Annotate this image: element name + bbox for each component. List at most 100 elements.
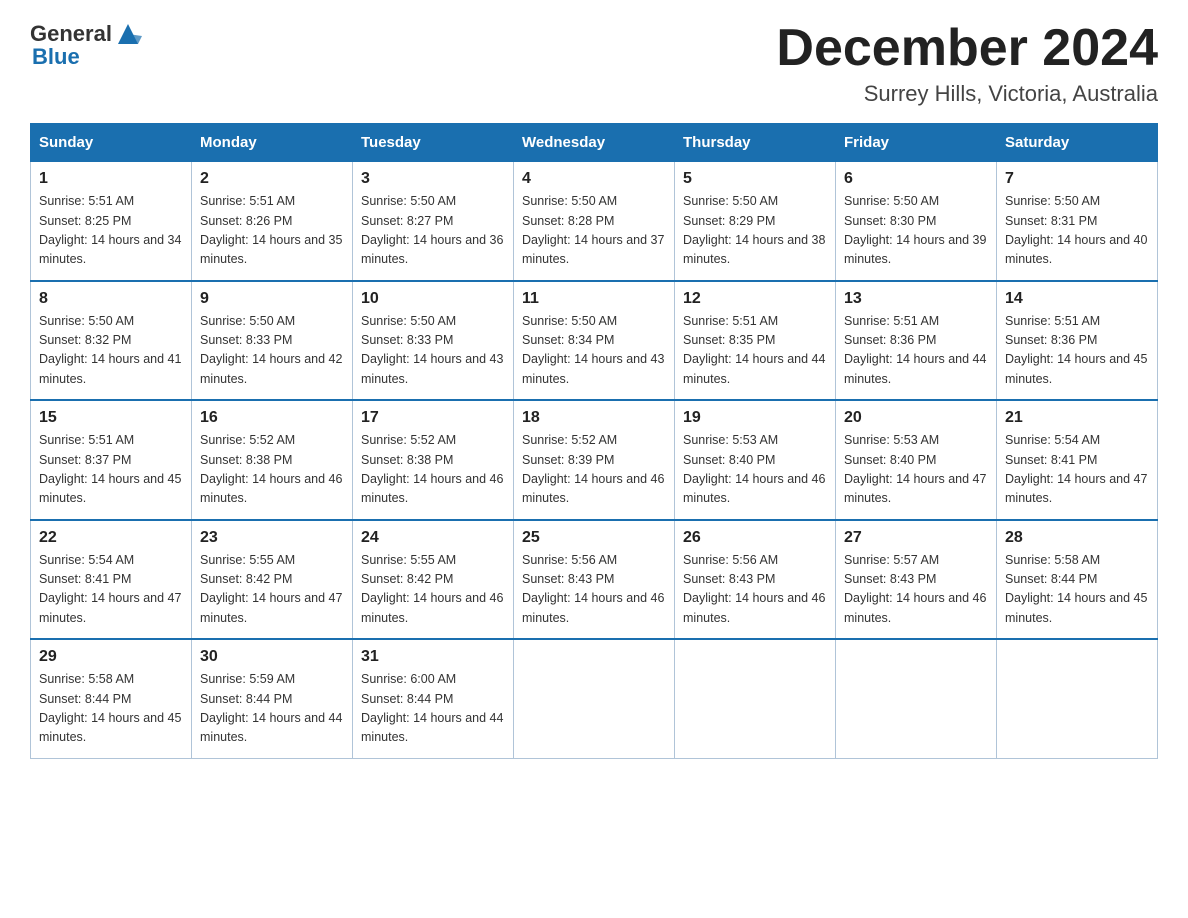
day-info: Sunrise: 5:55 AMSunset: 8:42 PMDaylight:…: [200, 551, 344, 629]
calendar-day-cell: 25Sunrise: 5:56 AMSunset: 8:43 PMDayligh…: [514, 520, 675, 640]
day-number: 24: [361, 529, 505, 547]
calendar-day-cell: 30 Sunrise: 5:59 AMSunset: 8:44 PMDayligh…: [192, 639, 353, 758]
calendar-day-cell: 27 Sunrise: 5:57 AMSunset: 8:43 PMDayligh…: [836, 520, 997, 640]
calendar-week-row: 29 Sunrise: 5:58 AMSunset: 8:44 PMDayligh…: [31, 639, 1158, 758]
day-number: 21: [1005, 409, 1149, 427]
logo-blue-text: Blue: [32, 44, 80, 70]
calendar-header-wednesday: Wednesday: [514, 124, 675, 162]
day-info: Sunrise: 5:50 AMSunset: 8:30 PMDaylight:…: [844, 192, 988, 270]
day-info: Sunrise: 5:50 AMSunset: 8:32 PMDaylight:…: [39, 312, 183, 390]
calendar-day-cell: 9Sunrise: 5:50 AMSunset: 8:33 PMDaylight…: [192, 281, 353, 401]
day-info: Sunrise: 5:57 AMSunset: 8:43 PMDaylight:…: [844, 551, 988, 629]
day-info: Sunrise: 5:50 AMSunset: 8:29 PMDaylight:…: [683, 192, 827, 270]
calendar-day-cell: 5 Sunrise: 5:50 AMSunset: 8:29 PMDaylight…: [675, 162, 836, 281]
day-number: 19: [683, 409, 827, 427]
day-number: 3: [361, 170, 505, 188]
day-info: Sunrise: 5:54 AMSunset: 8:41 PMDaylight:…: [1005, 431, 1149, 509]
day-info: Sunrise: 5:59 AMSunset: 8:44 PMDaylight:…: [200, 670, 344, 748]
calendar-day-cell: 1Sunrise: 5:51 AMSunset: 8:25 PMDaylight…: [31, 162, 192, 281]
day-number: 15: [39, 409, 183, 427]
day-info: Sunrise: 5:55 AMSunset: 8:42 PMDaylight:…: [361, 551, 505, 629]
calendar-day-cell: 16 Sunrise: 5:52 AMSunset: 8:38 PMDayligh…: [192, 400, 353, 520]
month-title: December 2024: [776, 20, 1158, 77]
calendar-day-cell: 17Sunrise: 5:52 AMSunset: 8:38 PMDayligh…: [353, 400, 514, 520]
calendar-day-cell: 12Sunrise: 5:51 AMSunset: 8:35 PMDayligh…: [675, 281, 836, 401]
calendar-day-cell: [836, 639, 997, 758]
calendar-header-thursday: Thursday: [675, 124, 836, 162]
calendar-day-cell: 24 Sunrise: 5:55 AMSunset: 8:42 PMDayligh…: [353, 520, 514, 640]
calendar-week-row: 1Sunrise: 5:51 AMSunset: 8:25 PMDaylight…: [31, 162, 1158, 281]
calendar-day-cell: 11 Sunrise: 5:50 AMSunset: 8:34 PMDayligh…: [514, 281, 675, 401]
calendar-table: SundayMondayTuesdayWednesdayThursdayFrid…: [30, 123, 1158, 759]
day-info: Sunrise: 5:50 AMSunset: 8:33 PMDaylight:…: [361, 312, 505, 390]
day-number: 16: [200, 409, 344, 427]
calendar-header-sunday: Sunday: [31, 124, 192, 162]
day-info: Sunrise: 5:52 AMSunset: 8:38 PMDaylight:…: [200, 431, 344, 509]
day-number: 1: [39, 170, 183, 188]
calendar-day-cell: 13 Sunrise: 5:51 AMSunset: 8:36 PMDayligh…: [836, 281, 997, 401]
title-block: December 2024 Surrey Hills, Victoria, Au…: [776, 20, 1158, 107]
day-number: 10: [361, 290, 505, 308]
day-info: Sunrise: 5:50 AMSunset: 8:28 PMDaylight:…: [522, 192, 666, 270]
calendar-day-cell: [514, 639, 675, 758]
location-title: Surrey Hills, Victoria, Australia: [776, 81, 1158, 107]
calendar-day-cell: 15 Sunrise: 5:51 AMSunset: 8:37 PMDayligh…: [31, 400, 192, 520]
day-info: Sunrise: 5:56 AMSunset: 8:43 PMDaylight:…: [683, 551, 827, 629]
day-number: 8: [39, 290, 183, 308]
calendar-day-cell: 2 Sunrise: 5:51 AMSunset: 8:26 PMDaylight…: [192, 162, 353, 281]
day-number: 20: [844, 409, 988, 427]
logo: General Blue: [30, 20, 142, 70]
day-number: 18: [522, 409, 666, 427]
day-info: Sunrise: 5:58 AMSunset: 8:44 PMDaylight:…: [39, 670, 183, 748]
calendar-day-cell: 6 Sunrise: 5:50 AMSunset: 8:30 PMDaylight…: [836, 162, 997, 281]
day-number: 2: [200, 170, 344, 188]
page-header: General Blue December 2024 Surrey Hills,…: [30, 20, 1158, 107]
day-info: Sunrise: 5:51 AMSunset: 8:26 PMDaylight:…: [200, 192, 344, 270]
calendar-day-cell: 26 Sunrise: 5:56 AMSunset: 8:43 PMDayligh…: [675, 520, 836, 640]
day-number: 6: [844, 170, 988, 188]
day-info: Sunrise: 5:58 AMSunset: 8:44 PMDaylight:…: [1005, 551, 1149, 629]
calendar-day-cell: 14Sunrise: 5:51 AMSunset: 8:36 PMDayligh…: [997, 281, 1158, 401]
calendar-day-cell: 28 Sunrise: 5:58 AMSunset: 8:44 PMDayligh…: [997, 520, 1158, 640]
day-number: 11: [522, 290, 666, 308]
day-info: Sunrise: 5:52 AMSunset: 8:39 PMDaylight:…: [522, 431, 666, 509]
day-number: 26: [683, 529, 827, 547]
calendar-day-cell: [675, 639, 836, 758]
day-number: 30: [200, 648, 344, 666]
day-info: Sunrise: 5:53 AMSunset: 8:40 PMDaylight:…: [844, 431, 988, 509]
calendar-day-cell: 19Sunrise: 5:53 AMSunset: 8:40 PMDayligh…: [675, 400, 836, 520]
calendar-day-cell: 7 Sunrise: 5:50 AMSunset: 8:31 PMDaylight…: [997, 162, 1158, 281]
day-number: 7: [1005, 170, 1149, 188]
calendar-day-cell: 10 Sunrise: 5:50 AMSunset: 8:33 PMDayligh…: [353, 281, 514, 401]
day-info: Sunrise: 5:50 AMSunset: 8:31 PMDaylight:…: [1005, 192, 1149, 270]
calendar-header-monday: Monday: [192, 124, 353, 162]
day-info: Sunrise: 6:00 AMSunset: 8:44 PMDaylight:…: [361, 670, 505, 748]
day-number: 31: [361, 648, 505, 666]
calendar-header-saturday: Saturday: [997, 124, 1158, 162]
calendar-day-cell: 22Sunrise: 5:54 AMSunset: 8:41 PMDayligh…: [31, 520, 192, 640]
day-number: 17: [361, 409, 505, 427]
calendar-week-row: 8 Sunrise: 5:50 AMSunset: 8:32 PMDaylight…: [31, 281, 1158, 401]
day-info: Sunrise: 5:51 AMSunset: 8:37 PMDaylight:…: [39, 431, 183, 509]
calendar-day-cell: 23 Sunrise: 5:55 AMSunset: 8:42 PMDayligh…: [192, 520, 353, 640]
day-info: Sunrise: 5:51 AMSunset: 8:36 PMDaylight:…: [844, 312, 988, 390]
day-number: 28: [1005, 529, 1149, 547]
day-number: 27: [844, 529, 988, 547]
day-number: 4: [522, 170, 666, 188]
calendar-day-cell: 3Sunrise: 5:50 AMSunset: 8:27 PMDaylight…: [353, 162, 514, 281]
day-info: Sunrise: 5:50 AMSunset: 8:34 PMDaylight:…: [522, 312, 666, 390]
calendar-day-cell: 21 Sunrise: 5:54 AMSunset: 8:41 PMDayligh…: [997, 400, 1158, 520]
day-number: 9: [200, 290, 344, 308]
calendar-day-cell: 8 Sunrise: 5:50 AMSunset: 8:32 PMDaylight…: [31, 281, 192, 401]
day-number: 29: [39, 648, 183, 666]
day-number: 13: [844, 290, 988, 308]
calendar-day-cell: [997, 639, 1158, 758]
calendar-header-friday: Friday: [836, 124, 997, 162]
calendar-day-cell: 29 Sunrise: 5:58 AMSunset: 8:44 PMDayligh…: [31, 639, 192, 758]
day-number: 5: [683, 170, 827, 188]
calendar-week-row: 22Sunrise: 5:54 AMSunset: 8:41 PMDayligh…: [31, 520, 1158, 640]
day-info: Sunrise: 5:51 AMSunset: 8:36 PMDaylight:…: [1005, 312, 1149, 390]
calendar-header-row: SundayMondayTuesdayWednesdayThursdayFrid…: [31, 124, 1158, 162]
day-info: Sunrise: 5:54 AMSunset: 8:41 PMDaylight:…: [39, 551, 183, 629]
day-number: 23: [200, 529, 344, 547]
